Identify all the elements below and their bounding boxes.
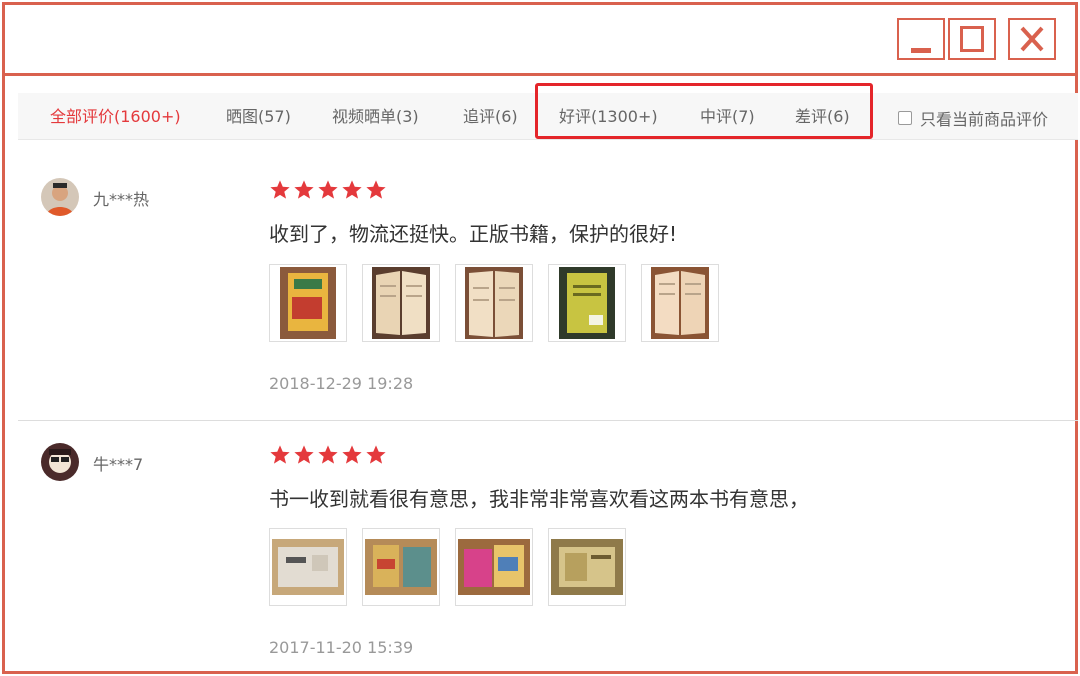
review-photo-thumbnail[interactable] [548, 528, 626, 606]
review-tab-bar: 全部评价(1600+) 晒图(57) 视频晒单(3) 追评(6) 好评(1300… [18, 83, 1078, 140]
tab-positive-reviews[interactable]: 好评(1300+) [559, 107, 658, 127]
star-icon [294, 445, 314, 464]
review-date: 2018-12-29 19:28 [269, 374, 414, 393]
minimize-icon [911, 48, 931, 53]
tab-follow-up-reviews[interactable]: 追评(6) [463, 107, 518, 127]
star-icon [366, 445, 386, 464]
star-icon [270, 445, 290, 464]
review-comment: 收到了，物流还挺快。正版书籍，保护的很好! [269, 222, 678, 246]
star-rating [269, 444, 387, 466]
star-icon [270, 180, 290, 199]
review-date: 2017-11-20 15:39 [269, 638, 414, 657]
star-icon [342, 180, 362, 199]
star-icon [294, 180, 314, 199]
star-icon [318, 445, 338, 464]
review-photo-thumbnail[interactable] [548, 264, 626, 342]
tab-neutral-reviews[interactable]: 中评(7) [700, 107, 755, 127]
star-icon [342, 445, 362, 464]
tab-negative-reviews[interactable]: 差评(6) [795, 107, 850, 127]
avatar [41, 178, 79, 216]
reviewer-name: 牛***7 [93, 455, 144, 474]
maximize-button[interactable] [948, 18, 996, 60]
star-icon [366, 180, 386, 199]
only-current-product-filter[interactable]: 只看当前商品评价 [898, 106, 1048, 130]
review-photo-thumbnail[interactable] [269, 528, 347, 606]
review-panel: 全部评价(1600+) 晒图(57) 视频晒单(3) 追评(6) 好评(1300… [5, 76, 1078, 671]
only-current-label: 只看当前商品评价 [920, 110, 1049, 129]
window-frame: 全部评价(1600+) 晒图(57) 视频晒单(3) 追评(6) 好评(1300… [2, 2, 1078, 674]
star-icon [318, 180, 338, 199]
review-photo-thumbnail[interactable] [641, 264, 719, 342]
close-button[interactable] [1008, 18, 1056, 60]
reviewer-name: 九***热 [93, 190, 150, 209]
review-comment: 书一收到就看很有意思，我非常非常喜欢看这两本书有意思， [269, 487, 809, 511]
review-photo-thumbnail[interactable] [362, 528, 440, 606]
review-photo-thumbnail[interactable] [455, 528, 533, 606]
tab-photo-reviews[interactable]: 晒图(57) [226, 107, 291, 127]
avatar [41, 443, 79, 481]
tab-all-reviews[interactable]: 全部评价(1600+) [50, 107, 181, 127]
only-current-checkbox[interactable] [898, 111, 912, 125]
review-photo-thumbnail[interactable] [269, 264, 347, 342]
review-photo-thumbnail[interactable] [455, 264, 533, 342]
review-photo-thumbnail[interactable] [362, 264, 440, 342]
review-photos [269, 528, 626, 606]
review-divider [18, 420, 1078, 421]
review-photos [269, 264, 719, 342]
minimize-button[interactable] [897, 18, 945, 60]
close-icon [1020, 26, 1044, 52]
maximize-icon [960, 26, 984, 52]
title-bar [5, 5, 1075, 76]
tab-video-reviews[interactable]: 视频晒单(3) [332, 107, 419, 127]
star-rating [269, 179, 387, 201]
